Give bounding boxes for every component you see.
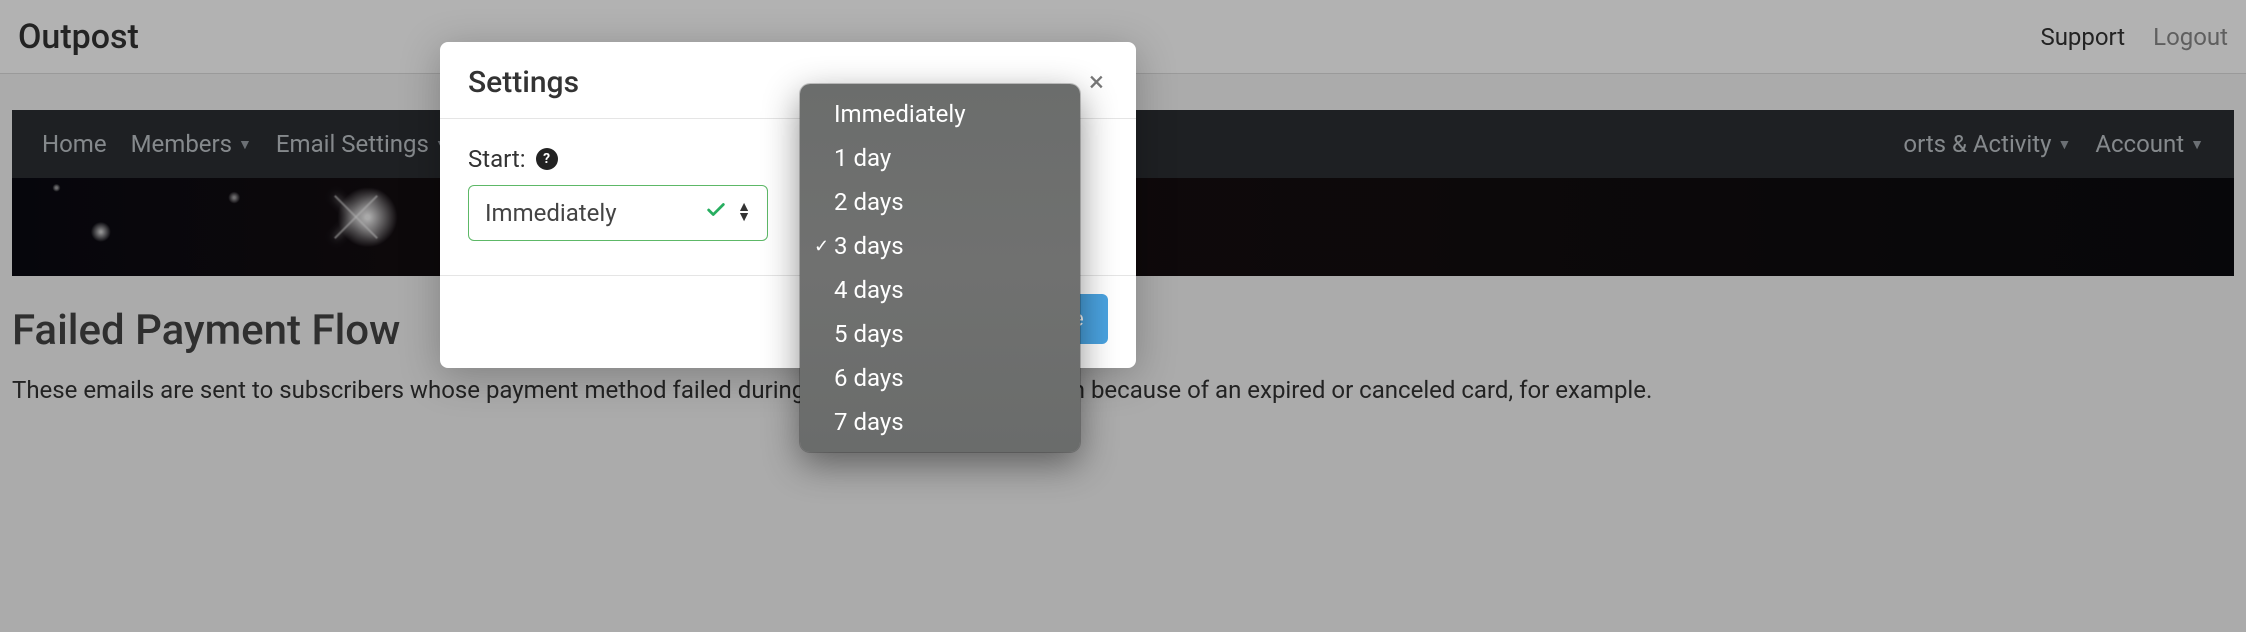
dropdown-option-label: 7 days [834, 404, 904, 440]
checkmark-icon: ✓ [814, 233, 830, 260]
dropdown-option-label: 5 days [834, 316, 904, 352]
select-caret-icon: ▲▼ [737, 203, 751, 223]
dropdown-option-label: 1 day [834, 140, 891, 176]
dropdown-option-immediately[interactable]: Immediately [800, 92, 1080, 136]
dropdown-option-2-days[interactable]: 2 days [800, 180, 1080, 224]
start-dropdown-menu: Immediately 1 day 2 days ✓ 3 days 4 days… [800, 84, 1080, 452]
start-field-label: Start: [468, 145, 526, 173]
dropdown-option-label: 2 days [834, 184, 904, 220]
dropdown-option-1-day[interactable]: 1 day [800, 136, 1080, 180]
dropdown-option-5-days[interactable]: 5 days [800, 312, 1080, 356]
check-icon [705, 199, 727, 227]
dropdown-option-label: 3 days [834, 228, 904, 264]
modal-title: Settings [468, 65, 579, 100]
dropdown-option-label: 4 days [834, 272, 904, 308]
dropdown-option-4-days[interactable]: 4 days [800, 268, 1080, 312]
dropdown-option-label: 6 days [834, 360, 904, 396]
help-icon[interactable]: ? [536, 148, 558, 170]
dropdown-option-label: Immediately [834, 96, 966, 132]
dropdown-option-7-days[interactable]: 7 days [800, 400, 1080, 444]
dropdown-option-3-days[interactable]: ✓ 3 days [800, 224, 1080, 268]
start-select[interactable]: Immediately ▲▼ [468, 185, 768, 241]
close-icon[interactable]: × [1085, 64, 1108, 100]
start-select-value: Immediately [485, 199, 705, 227]
dropdown-option-6-days[interactable]: 6 days [800, 356, 1080, 400]
